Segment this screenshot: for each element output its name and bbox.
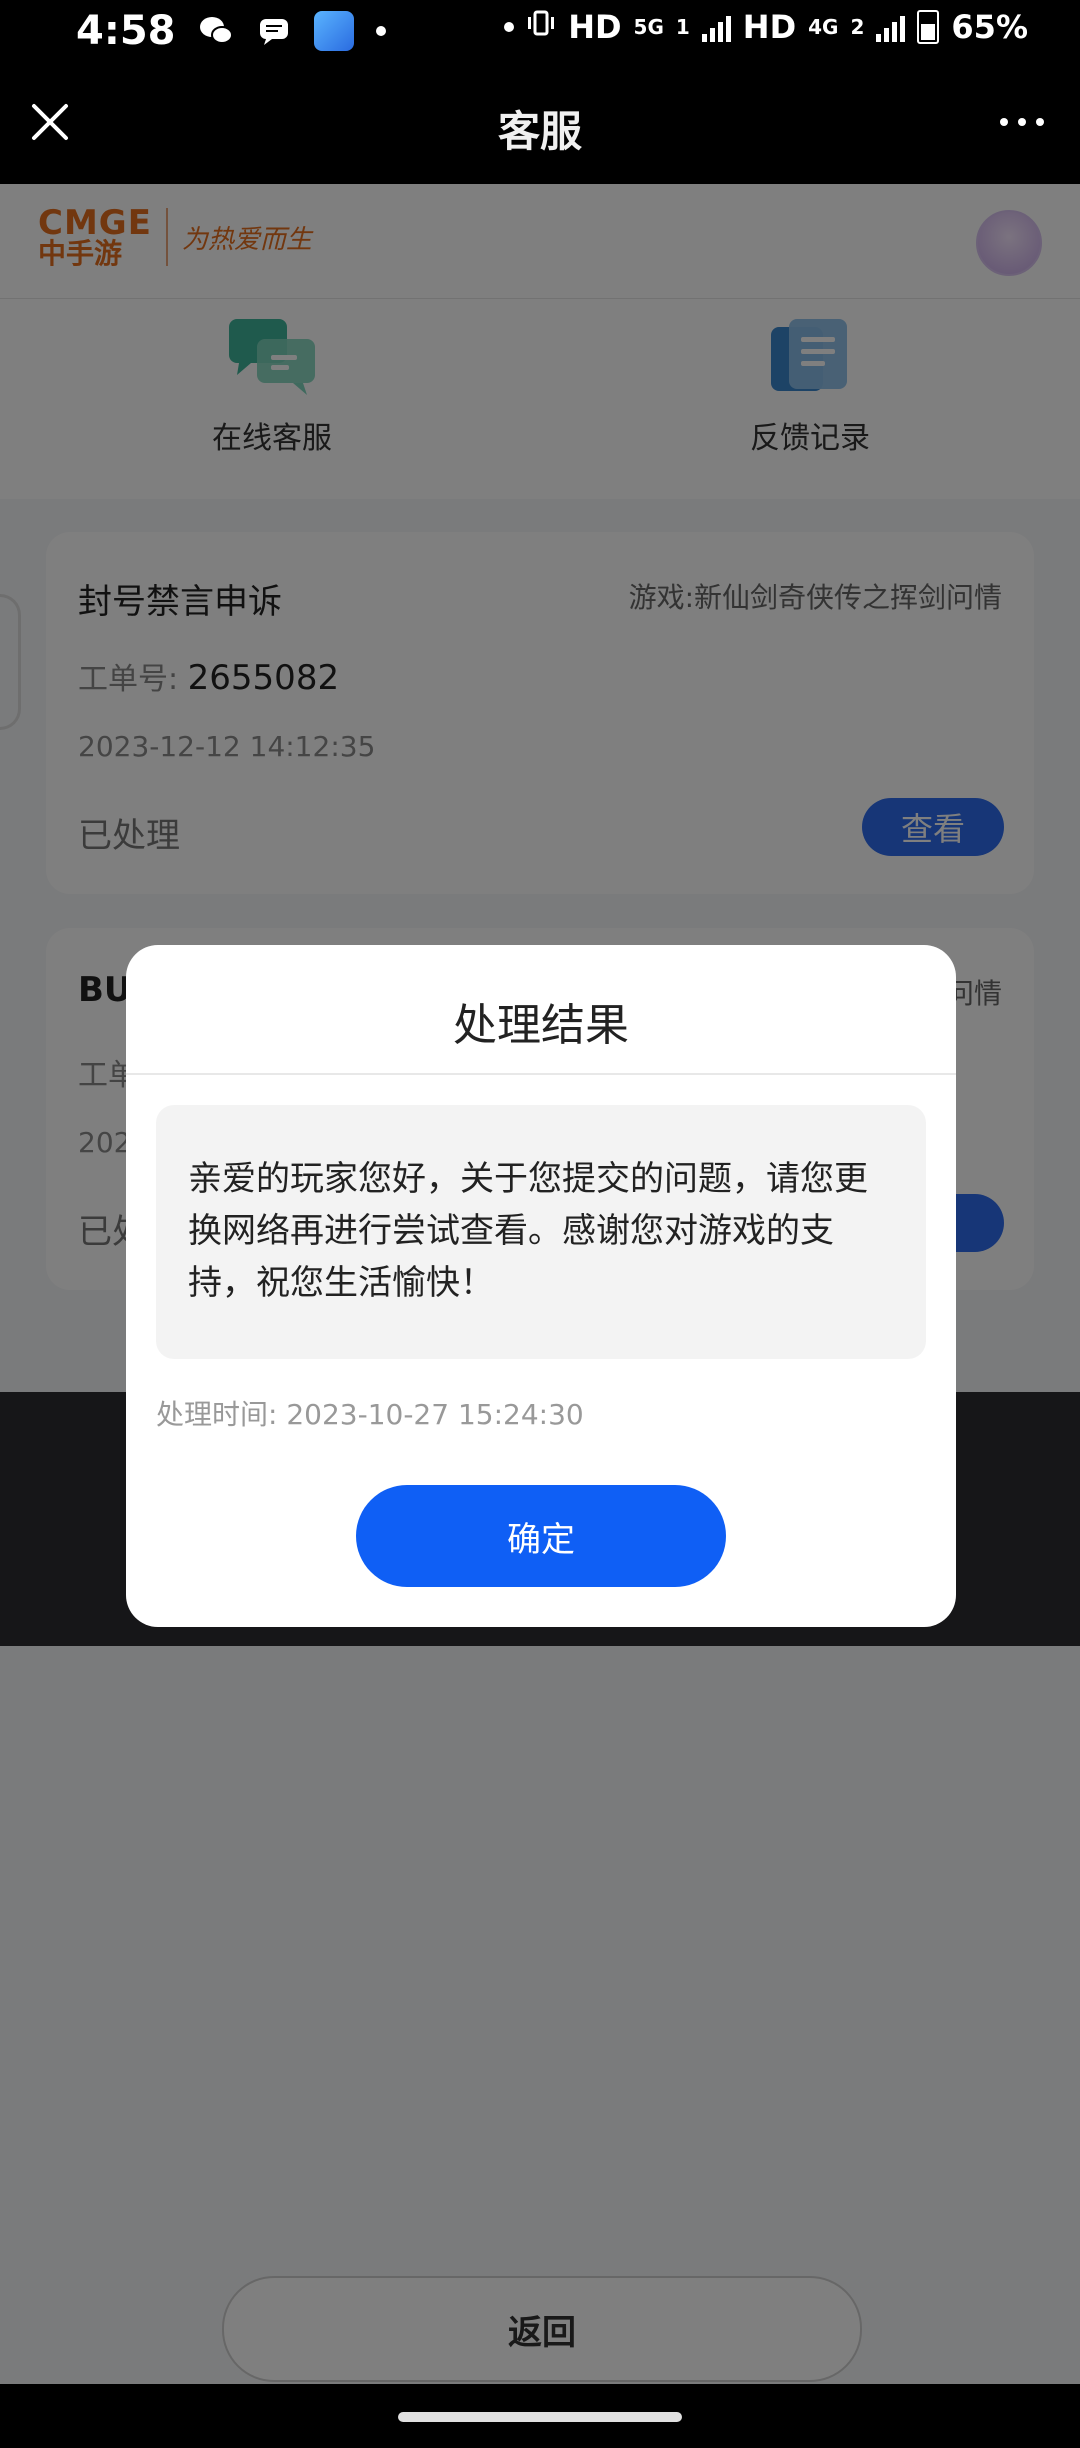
dialog-message: 亲爱的玩家您好，关于您提交的问题，请您更换网络再进行尝试查看。感谢您对游戏的支持…	[188, 1159, 868, 1303]
network-hd-label-2: HD	[742, 8, 797, 46]
network-4g-label: 4G	[808, 15, 839, 39]
wechat-icon	[198, 13, 234, 49]
signal-icon	[876, 12, 906, 42]
confirm-button[interactable]: 确定	[356, 1485, 726, 1587]
status-bar-right: HD 5G 1 HD 4G 2 65%	[504, 8, 1028, 46]
status-bar: 4:58 HD 5G 1 HD 4G 2 65%	[0, 0, 1080, 66]
sim2-badge: 2	[850, 15, 865, 39]
dot-icon	[375, 26, 386, 36]
signal-icon	[701, 12, 731, 42]
title-bar: 客服	[0, 66, 1080, 184]
result-dialog: 处理结果 亲爱的玩家您好，关于您提交的问题，请您更换网络再进行尝试查看。感谢您对…	[126, 945, 956, 1627]
dialog-divider	[126, 1073, 956, 1075]
dialog-message-box: 亲爱的玩家您好，关于您提交的问题，请您更换网络再进行尝试查看。感谢您对游戏的支持…	[156, 1105, 926, 1359]
sim1-badge: 1	[675, 15, 690, 39]
app-screen: 4:58 HD 5G 1 HD 4G 2 65% 客服 处理结果 亲爱的玩家您好…	[0, 0, 1080, 2448]
dialog-title: 处理结果	[453, 1000, 629, 1051]
message-icon	[256, 13, 292, 49]
gesture-bar	[0, 2384, 1080, 2448]
more-icon[interactable]	[994, 102, 1050, 142]
dialog-process-time: 处理时间: 2023-10-27 15:24:30	[156, 1398, 584, 1431]
vibrate-icon	[526, 8, 556, 46]
page-title: 客服	[497, 107, 582, 156]
app-icon	[313, 11, 354, 51]
network-5g-label: 5G	[633, 15, 664, 39]
dot-icon	[504, 22, 515, 32]
status-bar-left: 4:58	[76, 8, 386, 54]
home-indicator[interactable]	[398, 2412, 682, 2422]
status-time: 4:58	[76, 8, 176, 54]
battery-percent: 65%	[951, 8, 1028, 46]
network-hd-label: HD	[568, 8, 622, 46]
battery-icon	[917, 10, 940, 44]
